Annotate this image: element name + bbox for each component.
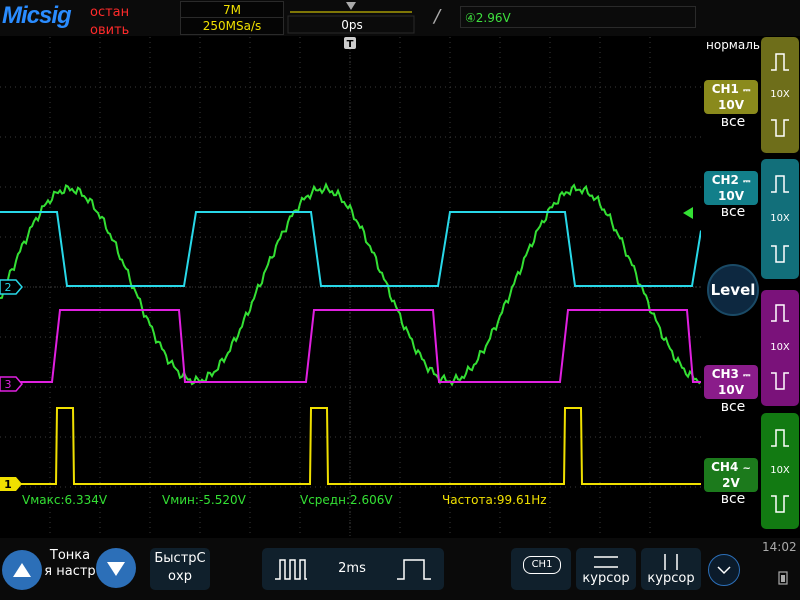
pulse-low-icon[interactable]: [769, 243, 791, 265]
timebase-control: 2ms: [262, 548, 444, 590]
ch3-scale: 10V: [718, 383, 744, 397]
dc-coupling-icon: ⎓: [743, 177, 751, 187]
cursor-label-1: курсор: [582, 571, 630, 586]
ch3-probe[interactable]: 10X: [761, 342, 799, 353]
trigger-level-readout[interactable]: ④2.96V: [460, 6, 696, 28]
quick-save-button[interactable]: БыстрС охр: [150, 548, 210, 590]
timebase-increase-icon[interactable]: [396, 557, 432, 581]
chevron-down-icon: [717, 566, 731, 575]
ch1-trigger-column[interactable]: 10X: [761, 37, 799, 153]
svg-text:2: 2: [5, 281, 12, 294]
ch3-settings[interactable]: CH3 ⎓ 10V: [704, 365, 758, 399]
triangle-down-icon: [107, 562, 125, 576]
svg-text:T: T: [347, 39, 354, 50]
run-stop-status[interactable]: остан овить: [90, 4, 160, 34]
brand-logo: Micsig: [2, 2, 72, 29]
usb-icon: [778, 571, 788, 585]
measurement-vmax: Vмакс:6.334V: [22, 493, 108, 507]
dc-coupling-icon: ⎓: [743, 86, 751, 96]
ch3-name: CH3: [711, 367, 739, 381]
ch1-name: CH1: [711, 82, 739, 96]
ch3-marker[interactable]: 3: [0, 376, 23, 392]
horizontal-cursor-icon: [594, 556, 618, 568]
svg-text:3: 3: [5, 378, 12, 391]
measurement-vmin: Vмин:-5.520V: [162, 493, 247, 507]
svg-text:1: 1: [4, 478, 12, 491]
ch4-probe[interactable]: 10X: [761, 465, 799, 476]
trigger-mode[interactable]: нормаль: [706, 38, 760, 52]
waveform-display[interactable]: T 2 3 1 Vмакс:6.334V Vмин:-5.520V Vсредн…: [0, 37, 701, 537]
vertical-cursor-icon: [664, 554, 678, 570]
channel-badge: CH1: [523, 556, 561, 574]
ch3-trigger-column[interactable]: 10X: [761, 290, 799, 406]
timebase-value[interactable]: 2ms: [322, 561, 382, 576]
pulse-high-icon[interactable]: [769, 173, 791, 195]
ch1-probe[interactable]: 10X: [761, 89, 799, 100]
sample-rate[interactable]: 250MSa/s: [180, 17, 284, 35]
measurement-frequency: Частота:99.61Hz: [442, 493, 547, 507]
adjust-up-button[interactable]: [2, 550, 42, 590]
pulse-low-icon[interactable]: [769, 117, 791, 139]
ch2-trigger-column[interactable]: 10X: [761, 159, 799, 279]
pulse-high-icon[interactable]: [769, 51, 791, 73]
cursor-label-2: курсор: [647, 571, 695, 586]
pulse-low-icon[interactable]: [769, 493, 791, 515]
trigger-position-marker-icon: [346, 2, 356, 10]
timebase-decrease-icon[interactable]: [274, 557, 308, 581]
ch3-bandwidth[interactable]: все: [704, 399, 762, 415]
ch2-name: CH2: [711, 173, 739, 187]
ch4-name: CH4: [711, 460, 739, 474]
ac-coupling-icon: ~: [742, 463, 751, 474]
ch1-scale: 10V: [718, 98, 744, 112]
horizontal-cursor-button[interactable]: курсор: [576, 548, 636, 590]
trigger-level-button[interactable]: Level: [707, 264, 759, 316]
ch4-settings[interactable]: CH4 ~ 2V: [704, 458, 758, 492]
fine-adjust-label[interactable]: Тонка я настр: [44, 548, 96, 596]
expand-menu-button[interactable]: [708, 554, 740, 586]
measurement-vavg: Vсредн:2.606V: [300, 493, 393, 507]
ch2-scale: 10V: [718, 189, 744, 203]
ch2-marker[interactable]: 2: [0, 279, 23, 295]
ch4-bandwidth[interactable]: все: [704, 491, 762, 507]
channel-select-button[interactable]: CH1: [511, 548, 571, 590]
ch1-settings[interactable]: CH1 ⎓ 10V: [704, 80, 758, 114]
vertical-cursor-button[interactable]: курсор: [641, 548, 701, 590]
dc-coupling-icon: ⎓: [743, 371, 751, 381]
ch2-probe[interactable]: 10X: [761, 213, 799, 224]
triangle-up-icon: [13, 563, 31, 577]
ch4-scale: 2V: [722, 476, 740, 490]
pulse-low-icon[interactable]: [769, 370, 791, 392]
adjust-down-button[interactable]: [96, 548, 136, 588]
ch4-trigger-column[interactable]: 10X: [761, 413, 799, 529]
pulse-high-icon[interactable]: [769, 302, 791, 324]
clock: 14:02: [762, 540, 797, 554]
rising-edge-icon[interactable]: /: [434, 6, 440, 27]
ch1-bandwidth[interactable]: все: [704, 114, 762, 130]
ch2-bandwidth[interactable]: все: [704, 204, 762, 220]
trigger-point-marker-icon: T: [344, 37, 356, 50]
trigger-time-offset[interactable]: 0ps: [290, 17, 414, 33]
pulse-high-icon[interactable]: [769, 427, 791, 449]
ch2-settings[interactable]: CH2 ⎓ 10V: [704, 171, 758, 205]
